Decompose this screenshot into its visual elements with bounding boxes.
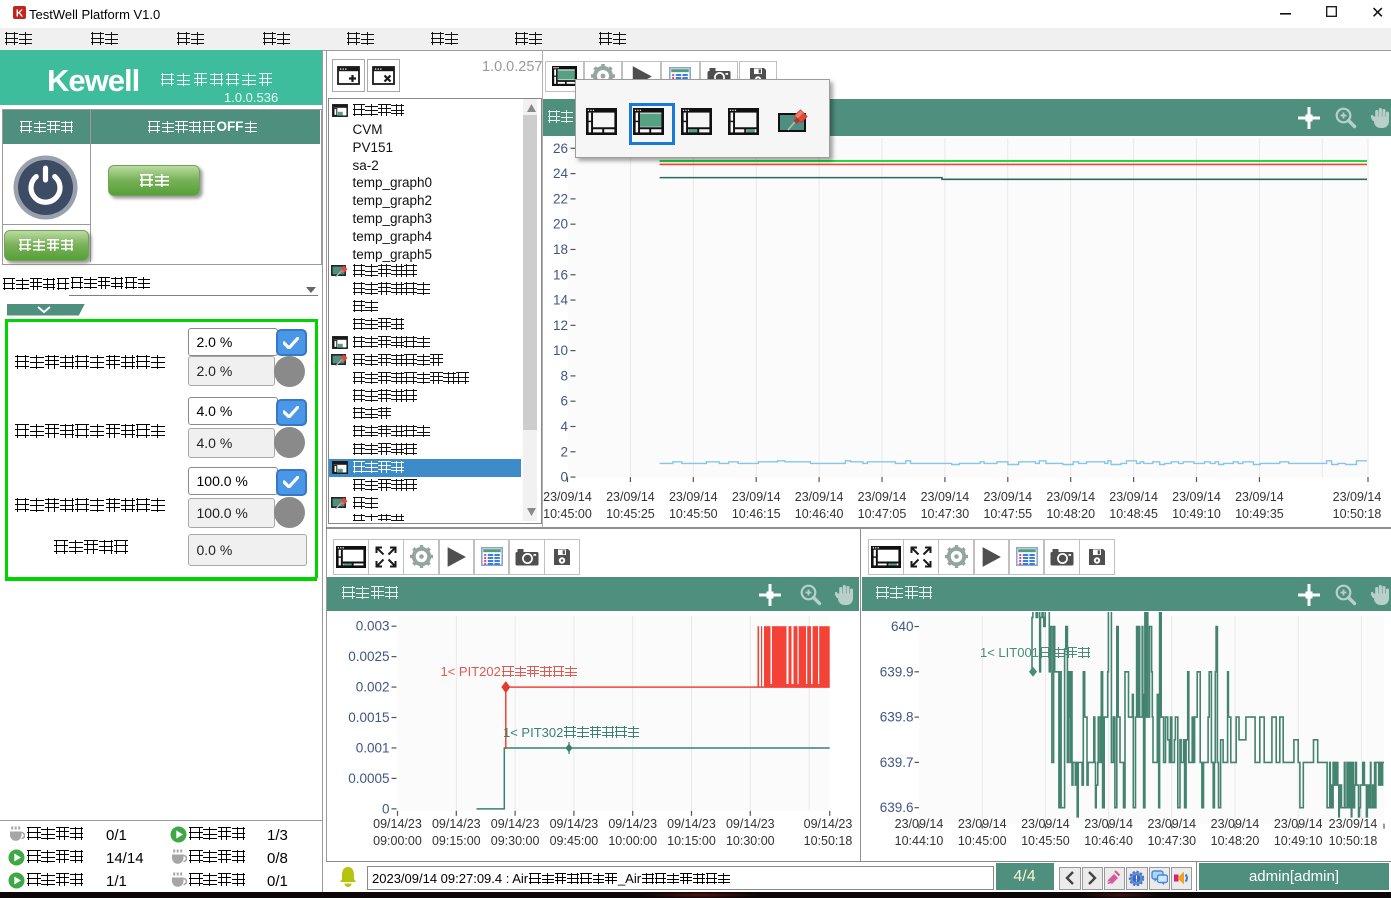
svg-text:10:46:15: 10:46:15 xyxy=(732,507,781,521)
svg-text:10:47:30: 10:47:30 xyxy=(921,507,970,521)
svg-text:09:30:00: 09:30:00 xyxy=(491,834,540,848)
svg-text:09/14/23: 09/14/23 xyxy=(373,817,422,831)
svg-text:10:00:00: 10:00:00 xyxy=(608,834,657,848)
svg-text:12: 12 xyxy=(553,317,568,332)
svg-text:20: 20 xyxy=(553,216,568,231)
svg-text:10:15:00: 10:15:00 xyxy=(667,834,716,848)
svg-text:10:50:18: 10:50:18 xyxy=(1329,834,1378,848)
svg-text:23/09/14: 23/09/14 xyxy=(1211,817,1260,831)
svg-text:23/09/14: 23/09/14 xyxy=(543,490,592,504)
svg-text:10:45:50: 10:45:50 xyxy=(669,507,718,521)
svg-text:2: 2 xyxy=(560,444,568,459)
svg-text:10:30:00: 10:30:00 xyxy=(726,834,775,848)
svg-text:23/09/14: 23/09/14 xyxy=(1021,817,1070,831)
svg-text:10:49:10: 10:49:10 xyxy=(1172,507,1221,521)
svg-text:23/09/14: 23/09/14 xyxy=(1172,490,1221,504)
svg-text:18: 18 xyxy=(553,241,568,256)
svg-text:23/09/14: 23/09/14 xyxy=(1046,490,1095,504)
svg-text:10:45:00: 10:45:00 xyxy=(543,507,592,521)
svg-text:!: ! xyxy=(1135,874,1138,883)
svg-text:10:45:00: 10:45:00 xyxy=(958,834,1007,848)
svg-text:639.9: 639.9 xyxy=(880,664,914,679)
svg-text:10:49:35: 10:49:35 xyxy=(1235,507,1284,521)
svg-text:16: 16 xyxy=(553,267,568,282)
svg-text:23/09/14: 23/09/14 xyxy=(669,490,718,504)
svg-text:09/14/23: 09/14/23 xyxy=(726,817,775,831)
svg-text:09/14/23: 09/14/23 xyxy=(608,817,657,831)
svg-text:23/09/14: 23/09/14 xyxy=(958,817,1007,831)
svg-text:22: 22 xyxy=(553,191,568,206)
svg-text:09:15:00: 09:15:00 xyxy=(432,834,481,848)
svg-text:4: 4 xyxy=(560,418,568,433)
svg-text:10:45:50: 10:45:50 xyxy=(1021,834,1070,848)
svg-text:K: K xyxy=(15,9,23,20)
svg-text:23/09/14: 23/09/14 xyxy=(1333,490,1382,504)
svg-text:23/09/14: 23/09/14 xyxy=(1084,817,1133,831)
svg-text:23/09/14: 23/09/14 xyxy=(921,490,970,504)
svg-text:10:47:05: 10:47:05 xyxy=(858,507,907,521)
svg-text:639.6: 639.6 xyxy=(880,800,914,815)
svg-text:10:44:10: 10:44:10 xyxy=(895,834,944,848)
svg-text:23/09/14: 23/09/14 xyxy=(1109,490,1158,504)
svg-text:6: 6 xyxy=(560,393,568,408)
svg-text:8: 8 xyxy=(560,368,568,383)
svg-text:10:48:20: 10:48:20 xyxy=(1046,507,1095,521)
svg-text:10:48:20: 10:48:20 xyxy=(1211,834,1260,848)
svg-text:0: 0 xyxy=(560,469,568,484)
svg-text:10:46:40: 10:46:40 xyxy=(1084,834,1133,848)
svg-text:0.001: 0.001 xyxy=(356,740,390,755)
svg-text:10:46:40: 10:46:40 xyxy=(795,507,844,521)
svg-text:09/14/23: 09/14/23 xyxy=(804,817,853,831)
svg-text:23/09/14: 23/09/14 xyxy=(732,490,781,504)
svg-text:23/09/14: 23/09/14 xyxy=(895,817,944,831)
svg-text:10:48:45: 10:48:45 xyxy=(1109,507,1158,521)
svg-text:09/14/23: 09/14/23 xyxy=(550,817,599,831)
svg-text:10: 10 xyxy=(553,343,568,358)
svg-text:23/09/14: 23/09/14 xyxy=(795,490,844,504)
svg-text:26: 26 xyxy=(553,140,568,155)
svg-text:0.0025: 0.0025 xyxy=(348,649,389,664)
svg-text:10:47:30: 10:47:30 xyxy=(1147,834,1196,848)
svg-text:23/09/14: 23/09/14 xyxy=(606,490,655,504)
svg-text:639.8: 639.8 xyxy=(880,709,914,724)
svg-text:640: 640 xyxy=(891,619,914,634)
svg-text:23/09/14: 23/09/14 xyxy=(1147,817,1196,831)
svg-text:10:45:25: 10:45:25 xyxy=(606,507,655,521)
svg-text:09/14/23: 09/14/23 xyxy=(491,817,540,831)
svg-text:23/09/14: 23/09/14 xyxy=(858,490,907,504)
svg-text:639.7: 639.7 xyxy=(880,754,914,769)
svg-text:23/09/14: 23/09/14 xyxy=(1235,490,1284,504)
svg-text:14: 14 xyxy=(553,292,569,307)
svg-text:09/14/23: 09/14/23 xyxy=(667,817,716,831)
svg-text:23/09/14: 23/09/14 xyxy=(983,490,1032,504)
svg-text:10:50:18: 10:50:18 xyxy=(1333,507,1382,521)
svg-text:0.0015: 0.0015 xyxy=(348,710,389,725)
svg-text:0: 0 xyxy=(382,801,390,816)
svg-text:10:47:55: 10:47:55 xyxy=(983,507,1032,521)
svg-text:0.003: 0.003 xyxy=(356,618,390,633)
svg-text:24: 24 xyxy=(553,166,569,181)
svg-text:0.002: 0.002 xyxy=(356,679,390,694)
svg-text:09/14/23: 09/14/23 xyxy=(432,817,481,831)
svg-text:09:45:00: 09:45:00 xyxy=(550,834,599,848)
svg-text:23/09/14: 23/09/14 xyxy=(1274,817,1323,831)
svg-text:10:49:10: 10:49:10 xyxy=(1274,834,1323,848)
svg-text:0.0005: 0.0005 xyxy=(348,770,389,785)
svg-text:23/09/14: 23/09/14 xyxy=(1329,817,1378,831)
svg-text:09:00:00: 09:00:00 xyxy=(373,834,422,848)
svg-text:10:50:18: 10:50:18 xyxy=(804,834,853,848)
